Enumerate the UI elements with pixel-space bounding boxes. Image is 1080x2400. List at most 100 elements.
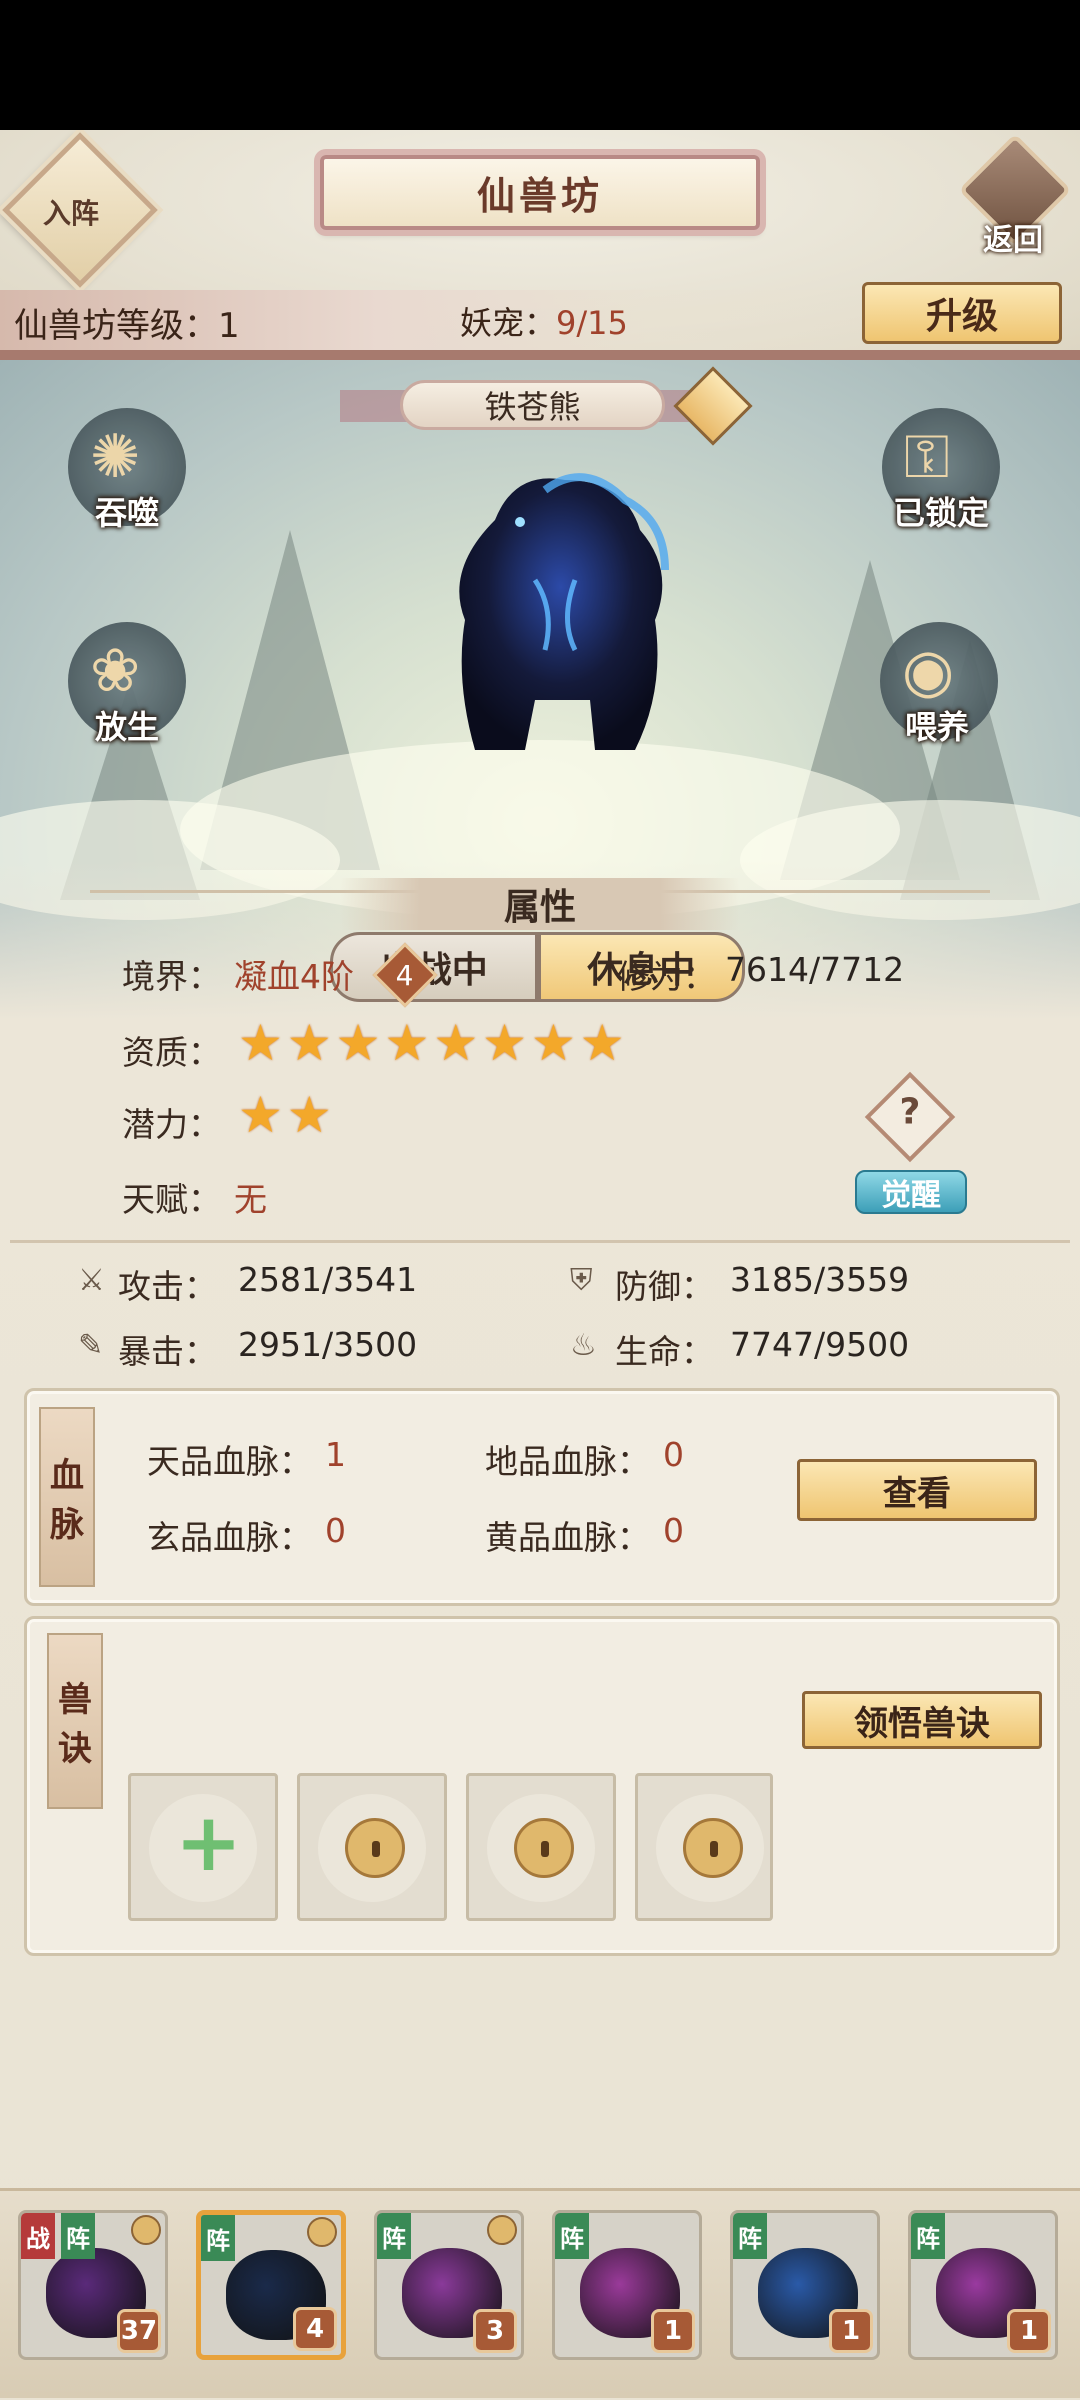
level-badge: 3 (473, 2309, 517, 2353)
aptitude-stars: ★ ★ ★ ★ ★ ★ ★ ★ (238, 1018, 625, 1068)
pet-count-label: 妖宠： (460, 304, 557, 342)
locked-label: 已锁定 (893, 494, 990, 532)
learn-skill-button[interactable]: 领悟兽诀 (802, 1691, 1042, 1749)
star-icon: ★ (579, 1014, 625, 1072)
bloodline-panel: 血 脉 天品血脉： 1 地品血脉： 0 玄品血脉： 0 黄品血脉： 0 查看 (24, 1388, 1060, 1606)
skill-slot-add[interactable]: + (128, 1773, 278, 1921)
skills-tag-2: 诀 (58, 1729, 92, 1769)
defense-value: 3185/3559 (730, 1260, 910, 1299)
potential-label: 潜力： (122, 1105, 221, 1144)
earth-bloodline-label: 地品血脉： (485, 1442, 650, 1481)
cultivation-label: 修为： (617, 957, 716, 996)
roster-card[interactable]: 阵1 (730, 2210, 880, 2360)
plus-icon: + (175, 1796, 243, 1889)
aptitude-label: 资质： (122, 1033, 221, 1072)
star-icon: ★ (530, 1014, 576, 1072)
view-bloodline-button[interactable]: 查看 (797, 1459, 1037, 1521)
level-badge: 1 (1007, 2309, 1051, 2353)
pet-count-value: 9/15 (556, 304, 628, 342)
devour-label: 吞噬 (95, 494, 160, 532)
house-level-label: 仙兽坊等级： (14, 306, 218, 346)
star-icon: ★ (286, 1014, 332, 1072)
formation-tag: 阵 (555, 2213, 589, 2259)
talent-value: 无 (234, 1180, 267, 1219)
mystic-bloodline-value: 0 (325, 1511, 346, 1550)
skills-tag: 兽 诀 (47, 1633, 103, 1809)
skill-slot-locked[interactable] (297, 1773, 447, 1921)
help-button[interactable]: ? (864, 1071, 956, 1163)
heaven-bloodline-label: 天品血脉： (147, 1442, 312, 1481)
roster-card[interactable]: 阵4 (196, 2210, 346, 2360)
upgrade-button[interactable]: 升级 (862, 282, 1062, 344)
lock-icon (307, 2217, 337, 2247)
stats-divider (10, 1240, 1070, 1243)
potential-stars: ★ ★ (238, 1090, 332, 1140)
lock-icon (683, 1818, 743, 1878)
help-icon: ? (899, 1091, 921, 1133)
star-icon: ★ (433, 1014, 479, 1072)
back-button[interactable]: 返回 (958, 133, 1072, 270)
level-badge: 1 (829, 2309, 873, 2353)
roster-card[interactable]: 阵1 (552, 2210, 702, 2360)
yellow-bloodline-value: 0 (663, 1511, 684, 1550)
feed-label: 喂养 (905, 708, 970, 746)
star-icon: ★ (335, 1014, 381, 1072)
formation-tag: 阵 (377, 2213, 411, 2259)
attributes-title: 属性 (340, 878, 740, 930)
meat-icon: ◉ (902, 636, 955, 706)
attack-label: 攻击： (118, 1267, 217, 1306)
flame-icon: ♨ (570, 1328, 597, 1363)
crit-label: 暴击： (118, 1332, 217, 1371)
lock-icon (487, 2215, 517, 2245)
status-bar (0, 0, 1080, 130)
battle-tag: 战 (21, 2213, 55, 2259)
formation-button[interactable]: 入阵 (2, 132, 158, 288)
talent-label: 天赋： (122, 1180, 221, 1219)
level-badge: 1 (651, 2309, 695, 2353)
lock-icon (345, 1818, 405, 1878)
attack-value: 2581/3541 (238, 1260, 418, 1299)
earth-bloodline-value: 0 (663, 1435, 684, 1474)
star-icon: ★ (238, 1014, 283, 1072)
yellow-bloodline-label: 黄品血脉： (485, 1518, 650, 1557)
shield-icon: ⛨ (570, 1263, 593, 1298)
page-title: 仙兽坊 (320, 155, 760, 230)
skills-tag-1: 兽 (58, 1680, 92, 1720)
heaven-bloodline-value: 1 (325, 1435, 346, 1474)
roster-card[interactable]: 阵3 (374, 2210, 524, 2360)
formation-tag: 阵 (201, 2215, 235, 2261)
page-title-text: 仙兽坊 (476, 174, 603, 218)
beast-head-icon: ✺ (90, 422, 141, 492)
lock-icon (131, 2215, 161, 2245)
crit-icon: ✎ (78, 1328, 104, 1363)
realm-value: 凝血4阶 (234, 957, 354, 996)
skill-slot-locked[interactable] (466, 1773, 616, 1921)
realm-label: 境界： (122, 957, 221, 996)
cultivation-value: 7614/7712 (725, 950, 905, 989)
lock-icon (514, 1818, 574, 1878)
level-badge: 4 (293, 2307, 337, 2351)
back-label: 返回 (983, 223, 1043, 258)
header-divider (0, 350, 1080, 360)
formation-tag: 阵 (733, 2213, 767, 2259)
pet-count: 妖宠：9/15 (460, 298, 628, 344)
star-icon: ★ (384, 1014, 430, 1072)
roster-card[interactable]: 阵1 (908, 2210, 1058, 2360)
house-level-value: 1 (218, 306, 240, 346)
bloodline-tag: 血 脉 (39, 1407, 95, 1587)
formation-label: 入阵 (43, 197, 100, 230)
beast-house-screen: 入阵 仙兽坊 返回 仙兽坊等级：1 妖宠：9/15 升级 铁苍熊 ✺ 吞噬 ⚿ … (0, 130, 1080, 2400)
bloodline-tag-2: 脉 (50, 1505, 84, 1545)
formation-tag: 阵 (911, 2213, 945, 2259)
awaken-button[interactable]: 觉醒 (855, 1170, 967, 1214)
roster-card[interactable]: 战阵 37 (18, 2210, 168, 2360)
pet-name: 铁苍熊 (400, 380, 665, 430)
star-icon: ★ (238, 1086, 283, 1144)
rename-brush-icon[interactable] (673, 366, 753, 446)
lock-icon: ⚿ (904, 422, 950, 492)
battle-tab[interactable]: 出战中 (330, 932, 538, 1002)
hp-value: 7747/9500 (730, 1325, 910, 1364)
skill-slot-locked[interactable] (635, 1773, 773, 1921)
formation-tag: 阵 (61, 2213, 95, 2259)
realm-badge-text: 4 (396, 958, 414, 992)
